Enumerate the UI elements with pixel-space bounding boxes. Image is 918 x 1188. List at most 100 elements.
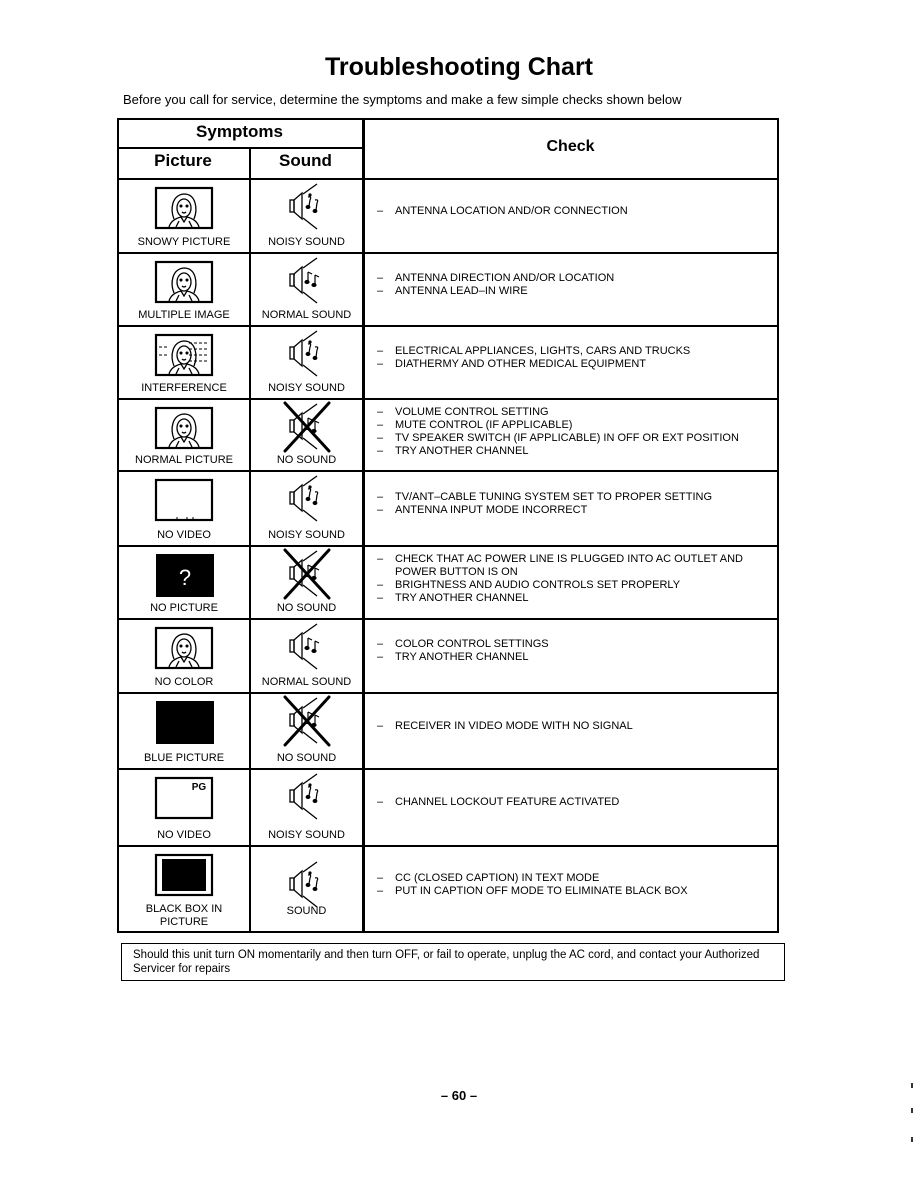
bullet-dash: – — [377, 579, 384, 591]
pg-rating-glyph: PG — [192, 782, 207, 793]
tv-face-interference-icon — [119, 333, 249, 377]
speaker-normal-icon — [251, 255, 362, 307]
sound-cell: NO SOUND — [251, 545, 362, 618]
picture-cell: MULTIPLE IMAGE — [119, 252, 249, 325]
check-text: CHECK THAT AC POWER LINE IS PLUGGED INTO… — [395, 553, 744, 578]
bullet-dash: – — [377, 345, 384, 357]
check-item: – TRY ANOTHER CHANNEL — [377, 445, 773, 458]
check-item: – DIATHERMY AND OTHER MEDICAL EQUIPMENT — [377, 358, 773, 371]
page-number: – 60 – — [440, 1088, 478, 1103]
check-text: VOLUME CONTROL SETTING — [395, 406, 549, 418]
tv-face-icon — [119, 186, 249, 230]
tv-face-icon — [119, 626, 249, 670]
speaker-noisy-icon — [251, 473, 362, 525]
check-text: ANTENNA LEAD–IN WIRE — [395, 285, 528, 297]
check-cell: – CHECK THAT AC POWER LINE IS PLUGGED INT… — [365, 545, 777, 618]
check-list: – COLOR CONTROL SETTINGS – TRY ANOTHER CHAN… — [377, 638, 773, 664]
table-row: NORMAL PICTURE NO SOUND – VOLUME CONTROL SE… — [117, 398, 779, 470]
check-list: – TV/ANT–CABLE TUNING SYSTEM SET TO PROPE… — [377, 491, 773, 517]
header-check: Check — [546, 138, 595, 155]
sound-symptom-label: NO SOUND — [276, 752, 337, 764]
bullet-dash: – — [377, 432, 384, 444]
check-text: TRY ANOTHER CHANNEL — [395, 651, 529, 663]
check-text: MUTE CONTROL (IF APPLICABLE) — [395, 419, 573, 431]
check-cell: – RECEIVER IN VIDEO MODE WITH NO SIGNAL — [365, 692, 777, 768]
check-item: – ANTENNA INPUT MODE INCORRECT — [377, 504, 773, 517]
check-item: – TRY ANOTHER CHANNEL — [377, 592, 773, 605]
header-symptoms: Symptoms — [196, 122, 283, 141]
table-row: MULTIPLE IMAGE NORMAL SOUND – ANTENNA DIREC… — [117, 252, 779, 325]
speaker-noisy-icon — [251, 771, 362, 823]
check-cell: – CC (CLOSED CAPTION) IN TEXT MODE – PUT IN… — [365, 845, 777, 933]
sound-symptom-label: NOISY SOUND — [268, 529, 345, 541]
check-item: – TV SPEAKER SWITCH (IF APPLICABLE) IN OF… — [377, 432, 773, 445]
check-text: CHANNEL LOCKOUT FEATURE ACTIVATED — [395, 796, 620, 808]
check-item: – CHECK THAT AC POWER LINE IS PLUGGED INT… — [377, 553, 773, 579]
check-item: – PUT IN CAPTION OFF MODE TO ELIMINATE BL… — [377, 885, 773, 898]
sound-cell: NORMAL SOUND — [251, 618, 362, 692]
check-text: ANTENNA LOCATION AND/OR CONNECTION — [395, 205, 628, 217]
picture-cell: NO COLOR — [119, 618, 249, 692]
bullet-dash: – — [377, 406, 384, 418]
check-list: – VOLUME CONTROL SETTING – MUTE CONTROL (IF… — [377, 406, 773, 458]
tv-blank-icon — [119, 478, 249, 522]
picture-cell: NORMAL PICTURE — [119, 398, 249, 470]
check-cell: – COLOR CONTROL SETTINGS – TRY ANOTHER CHAN… — [365, 618, 777, 692]
picture-cell: BLUE PICTURE — [119, 692, 249, 768]
check-text: COLOR CONTROL SETTINGS — [395, 638, 549, 650]
header-picture: Picture — [154, 151, 212, 170]
sound-symptom-label: NORMAL SOUND — [261, 676, 352, 688]
picture-symptom-label: INTERFERENCE — [141, 382, 227, 394]
page-subtitle: Before you call for service, determine t… — [123, 92, 682, 107]
table-row: BLUE PICTURE NO SOUND – RECEIVER IN VIDEO M… — [117, 692, 779, 768]
check-text: CC (CLOSED CAPTION) IN TEXT MODE — [395, 872, 600, 884]
tv-question-icon: ? — [119, 553, 249, 597]
check-text: ELECTRICAL APPLIANCES, LIGHTS, CARS AND … — [395, 345, 691, 357]
picture-symptom-label: SNOWY PICTURE — [137, 236, 231, 248]
check-text: TRY ANOTHER CHANNEL — [395, 445, 529, 457]
sound-cell: NO SOUND — [251, 398, 362, 470]
sound-cell: NOISY SOUND — [251, 178, 362, 252]
table-row: NO COLOR NORMAL SOUND – COLOR CONTROL SETTI… — [117, 618, 779, 692]
table-row: NO VIDEO NOISY SOUND – TV/ANT–CABLE TUNING … — [117, 470, 779, 545]
check-text: RECEIVER IN VIDEO MODE WITH NO SIGNAL — [395, 720, 633, 732]
header-sound: Sound — [279, 151, 332, 170]
speaker-muted-icon — [251, 548, 362, 600]
table-row: PG NO VIDEO NOISY SOUND – CHANNEL LOCKOUT FE… — [117, 768, 779, 845]
check-item: – MUTE CONTROL (IF APPLICABLE) — [377, 419, 773, 432]
check-item: – ANTENNA DIRECTION AND/OR LOCATION — [377, 272, 773, 285]
picture-cell: PG NO VIDEO — [119, 768, 249, 845]
check-cell: – VOLUME CONTROL SETTING – MUTE CONTROL (IF… — [365, 398, 777, 470]
speaker-muted-icon — [251, 401, 362, 453]
bullet-dash: – — [377, 592, 384, 604]
picture-cell: ? NO PICTURE — [119, 545, 249, 618]
check-list: – ANTENNA LOCATION AND/OR CONNECTION — [377, 205, 773, 218]
sound-symptom-label: SOUND — [286, 905, 327, 917]
bullet-dash: – — [377, 504, 384, 516]
check-list: – CHANNEL LOCKOUT FEATURE ACTIVATED — [377, 796, 773, 809]
check-list: – CHECK THAT AC POWER LINE IS PLUGGED INT… — [377, 553, 773, 605]
picture-symptom-label: BLUE PICTURE — [143, 752, 225, 764]
check-text: TRY ANOTHER CHANNEL — [395, 592, 529, 604]
sound-cell: SOUND — [251, 845, 362, 933]
sound-cell: NOISY SOUND — [251, 768, 362, 845]
sound-cell: NOISY SOUND — [251, 470, 362, 545]
speaker-muted-icon — [251, 695, 362, 747]
bullet-dash: – — [377, 491, 384, 503]
check-text: TV/ANT–CABLE TUNING SYSTEM SET TO PROPER… — [395, 491, 713, 503]
sound-symptom-label: NOISY SOUND — [268, 382, 345, 394]
check-item: – ELECTRICAL APPLIANCES, LIGHTS, CARS AND… — [377, 345, 773, 358]
picture-cell: INTERFERENCE — [119, 325, 249, 398]
service-note: Should this unit turn ON momentarily and… — [121, 943, 785, 981]
check-text: PUT IN CAPTION OFF MODE TO ELIMINATE BLA… — [395, 885, 688, 897]
bullet-dash: – — [377, 638, 384, 650]
check-list: – RECEIVER IN VIDEO MODE WITH NO SIGNAL — [377, 720, 773, 733]
check-cell: – ANTENNA DIRECTION AND/OR LOCATION – ANTEN… — [365, 252, 777, 325]
check-text: ANTENNA INPUT MODE INCORRECT — [395, 504, 588, 516]
tv-black-box-icon — [119, 853, 249, 897]
bullet-dash: – — [377, 553, 384, 565]
sound-cell: NORMAL SOUND — [251, 252, 362, 325]
margin-mark — [911, 1108, 913, 1113]
bullet-dash: – — [377, 885, 384, 897]
check-item: – ANTENNA LOCATION AND/OR CONNECTION — [377, 205, 773, 218]
